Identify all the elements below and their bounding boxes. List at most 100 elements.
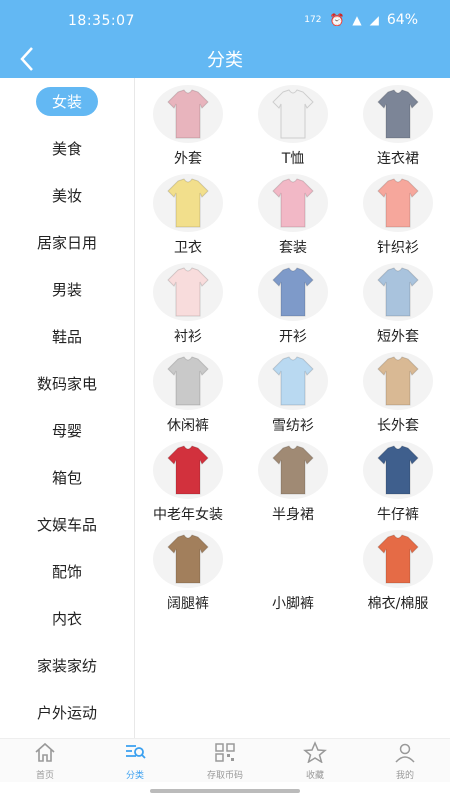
sidebar-item[interactable]: 配饰 xyxy=(0,548,134,595)
nav-bar: 分类 xyxy=(0,40,450,78)
sidebar-item-label: 文娱车品 xyxy=(36,516,97,534)
sidebar-item-label: 数码家电 xyxy=(36,375,97,393)
hoodie-icon xyxy=(153,174,223,232)
category-tile[interactable]: 卫衣 xyxy=(136,170,240,258)
category-label: 衬衫 xyxy=(174,329,202,345)
wifi-icon: ◢ xyxy=(369,13,379,27)
category-label: 半身裙 xyxy=(272,507,314,523)
casual-pants-icon xyxy=(153,352,223,410)
category-label: T恤 xyxy=(281,151,305,167)
sidebar-item[interactable]: 文娱车品 xyxy=(0,501,134,548)
category-label: 棉衣/棉服 xyxy=(367,596,429,612)
sidebar-item-label: 女装 xyxy=(35,87,98,116)
tab-label: 分类 xyxy=(125,771,144,781)
tab-home[interactable]: 首页 xyxy=(0,739,90,783)
top-bar: 18:35:07 172 ⏰ ▲ ◢ 64% 分类 xyxy=(0,0,450,78)
status-icons: 172 ⏰ ▲ ◢ 64% xyxy=(304,12,418,28)
sidebar-item[interactable]: 户外运动 xyxy=(0,689,134,736)
category-tile[interactable]: 短外套 xyxy=(346,259,450,347)
tab-label: 我的 xyxy=(395,771,414,781)
sidebar-item[interactable]: 男装 xyxy=(0,266,134,313)
sidebar-item[interactable]: 家装家纺 xyxy=(0,642,134,689)
category-tile[interactable]: 外套 xyxy=(136,81,240,169)
category-tile[interactable]: 休闲裤 xyxy=(136,348,240,436)
tab-profile[interactable]: 我的 xyxy=(360,739,450,783)
category-label: 开衫 xyxy=(279,329,307,345)
sidebar-item-label: 美妆 xyxy=(51,187,82,205)
category-label: 短外套 xyxy=(377,329,419,345)
subcategory-grid: 外套 T恤 连衣裙卫衣 套装 针织衫衬衫 开衫 短外套休闲裤 雪纺衫 长外套中老年女装 半身裙 牛仔… xyxy=(136,78,450,738)
category-tile[interactable]: 套装 xyxy=(241,170,345,258)
sidebar-item-label: 鞋品 xyxy=(51,328,82,346)
wide-pants-icon xyxy=(153,530,223,588)
sidebar-item-label: 男装 xyxy=(51,281,82,299)
shirt-icon xyxy=(153,263,223,321)
category-label: 牛仔裤 xyxy=(377,507,419,523)
category-label: 休闲裤 xyxy=(167,418,209,434)
alarm-icon: ⏰ xyxy=(329,13,345,27)
sidebar-item[interactable]: 数码家电 xyxy=(0,360,134,407)
tab-coin-code[interactable]: 存取币码 xyxy=(180,739,270,783)
category-label: 针织衫 xyxy=(377,240,419,256)
category-label: 连衣裙 xyxy=(377,151,419,167)
sidebar-item[interactable]: 鞋品 xyxy=(0,313,134,360)
sidebar-item-label: 母婴 xyxy=(51,422,82,440)
category-tile[interactable]: 连衣裙 xyxy=(346,81,450,169)
cardigan-icon xyxy=(363,174,433,232)
trench-coat-icon xyxy=(363,352,433,410)
tab-category[interactable]: 分类 xyxy=(90,739,180,783)
category-label: 外套 xyxy=(174,151,202,167)
status-time: 18:35:07 xyxy=(68,13,135,29)
category-tile[interactable]: 牛仔裤 xyxy=(346,437,450,525)
home-icon xyxy=(33,741,57,767)
category-tile[interactable]: 半身裙 xyxy=(241,437,345,525)
sidebar-item[interactable]: 美妆 xyxy=(0,172,134,219)
category-sidebar: 女装美食美妆居家日用男装鞋品数码家电母婴箱包文娱车品配饰内衣家装家纺户外运动 xyxy=(0,78,135,738)
category-tile[interactable]: 长外套 xyxy=(346,348,450,436)
category-label: 小脚裤 xyxy=(272,596,314,612)
network-speed: 172 xyxy=(304,15,322,25)
status-bar: 18:35:07 172 ⏰ ▲ ◢ 64% xyxy=(0,0,450,40)
signal-icon: ▲ xyxy=(352,13,362,27)
sidebar-item[interactable]: 内衣 xyxy=(0,595,134,642)
category-tile[interactable]: 棉衣/棉服 xyxy=(346,526,450,614)
sidebar-item[interactable]: 居家日用 xyxy=(0,219,134,266)
padded-coat-icon xyxy=(153,441,223,499)
category-tile[interactable]: 雪纺衫 xyxy=(241,348,345,436)
category-label: 阔腿裤 xyxy=(167,596,209,612)
user-icon xyxy=(393,741,417,767)
sidebar-item-label: 内衣 xyxy=(51,610,82,628)
tab-favorites[interactable]: 收藏 xyxy=(270,739,360,783)
category-tile[interactable]: 中老年女装 xyxy=(136,437,240,525)
category-tile[interactable]: 小脚裤 xyxy=(241,526,345,614)
category-label: 长外套 xyxy=(377,418,419,434)
pink-jacket-icon xyxy=(153,85,223,143)
skirt-icon xyxy=(258,441,328,499)
set-outfit-icon xyxy=(258,174,328,232)
sidebar-item-label: 居家日用 xyxy=(36,234,97,252)
star-icon xyxy=(303,741,327,767)
empty-thumbnail xyxy=(241,526,345,588)
sidebar-item[interactable]: 箱包 xyxy=(0,454,134,501)
chiffon-blouse-icon xyxy=(258,352,328,410)
page-title: 分类 xyxy=(207,50,243,71)
category-label: 套装 xyxy=(279,240,307,256)
home-indicator xyxy=(150,789,300,793)
sidebar-item[interactable]: 女装 xyxy=(0,78,134,125)
gesture-bar xyxy=(0,782,450,800)
sidebar-item-label: 户外运动 xyxy=(36,704,97,722)
category-label: 雪纺衫 xyxy=(272,418,314,434)
cotton-coat-icon xyxy=(363,530,433,588)
sidebar-item[interactable]: 美食 xyxy=(0,125,134,172)
category-tile[interactable]: 阔腿裤 xyxy=(136,526,240,614)
sidebar-item-label: 家装家纺 xyxy=(36,657,97,675)
category-tile[interactable]: 针织衫 xyxy=(346,170,450,258)
category-label: 卫衣 xyxy=(174,240,202,256)
category-tile[interactable]: T恤 xyxy=(241,81,345,169)
tab-label: 首页 xyxy=(35,771,54,781)
category-tile[interactable]: 衬衫 xyxy=(136,259,240,347)
sidebar-item[interactable]: 母婴 xyxy=(0,407,134,454)
category-tile[interactable]: 开衫 xyxy=(241,259,345,347)
bottom-tab-bar: 首页 分类 存取币码 收藏 我的 xyxy=(0,738,450,783)
tab-label: 存取币码 xyxy=(206,771,243,781)
